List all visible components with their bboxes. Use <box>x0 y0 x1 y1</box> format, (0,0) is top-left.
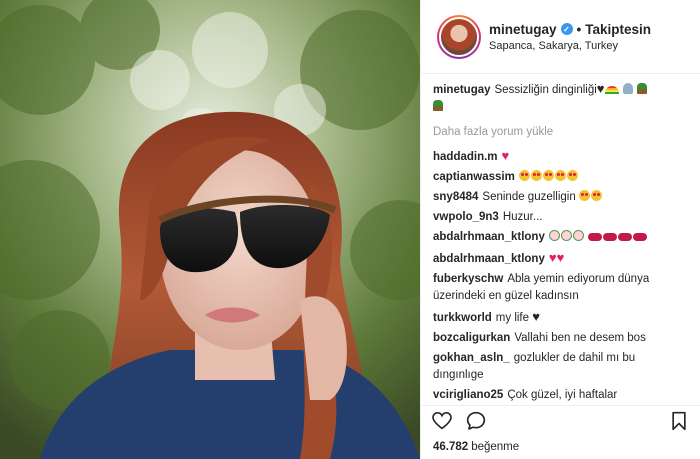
avatar-image <box>439 16 479 57</box>
post-photo[interactable] <box>0 0 420 459</box>
comment-username[interactable]: captianwassim <box>433 171 515 183</box>
likes-number: 46.782 <box>433 441 469 453</box>
location-link[interactable]: Sapanca, Sakarya, Turkey <box>489 40 651 52</box>
heart-eyes-icon <box>542 170 554 181</box>
lips-icon <box>633 233 648 241</box>
rose-icon <box>572 230 584 241</box>
header-line: minetugay ✓ • Takiptesin <box>489 22 651 37</box>
comment-username[interactable]: haddadin.m <box>433 151 498 163</box>
heart-outline-icon[interactable] <box>431 410 453 432</box>
comment-username[interactable]: vwpolo_9n3 <box>433 211 499 223</box>
separator-dot: • <box>576 21 582 37</box>
comment-text: Çok güzel, iyi haftalar <box>507 389 618 401</box>
heart-eyes-icon <box>518 170 530 181</box>
comment-item: abdalrhmaan_ktlony ♥♥ <box>433 249 688 268</box>
header-text: minetugay ✓ • Takiptesin Sapanca, Sakary… <box>489 22 651 52</box>
comment-username[interactable]: abdalrhmaan_ktlony <box>433 231 545 243</box>
comment-list: minetugay Sessizliğin dinginliği♥ Daha fa… <box>421 74 700 405</box>
comment-item: bozcaligurkan Vallahi ben ne desem bos <box>433 330 688 347</box>
comment-item: haddadin.m ♥ <box>433 147 688 166</box>
portrait-photo <box>0 0 420 459</box>
lips-icon <box>588 233 603 241</box>
username[interactable]: minetugay <box>489 22 557 37</box>
comment-item: gokhan_asln_ gozlukler de dahil mı bu dın… <box>433 350 688 384</box>
comment-item: fuberkyschw Abla yemin ediyorum dünya üze… <box>433 271 688 305</box>
comment-username[interactable]: vcirigliano25 <box>433 389 503 401</box>
comment-item: vwpolo_9n3 Huzur... <box>433 209 688 226</box>
comment-text: Huzur... <box>502 211 543 223</box>
comment-item: turkkworld my life ♥ <box>433 308 688 327</box>
black-heart-icon: ♥ <box>596 81 605 96</box>
heart-eyes-icon <box>578 190 590 201</box>
rose-icon <box>560 230 572 241</box>
caption: minetugay Sessizliğin dinginliği♥ <box>433 80 688 116</box>
comment-item: sny8484 Seninde guzelligin <box>433 189 688 206</box>
comment-username[interactable]: gokhan_asln_ <box>433 352 510 364</box>
comment-item: vcirigliano25 Çok güzel, iyi haftalar <box>433 387 688 404</box>
comment-username[interactable]: fuberkyschw <box>433 273 503 285</box>
black-heart-icon: ♥ <box>532 309 540 324</box>
red-heart-icon: ♥ <box>548 250 557 265</box>
lips-icon <box>618 233 633 241</box>
praying-hands-icon <box>622 83 633 94</box>
comment-text: Seninde guzelligin <box>482 191 576 203</box>
action-bar <box>421 405 700 435</box>
heart-eyes-icon <box>590 190 602 201</box>
caption-text: Sessizliğin dinginliği <box>494 84 597 96</box>
lips-icon <box>603 233 618 241</box>
rainbow-icon <box>604 86 619 94</box>
heart-eyes-icon <box>554 170 566 181</box>
comment-username[interactable]: turkkworld <box>433 312 492 324</box>
verified-badge-icon: ✓ <box>560 23 573 35</box>
red-heart-icon: ♥ <box>501 148 510 163</box>
comment-text: Vallahi ben ne desem bos <box>514 332 646 344</box>
instagram-post: minetugay ✓ • Takiptesin Sapanca, Sakary… <box>0 0 700 459</box>
bookmark-icon[interactable] <box>668 410 690 432</box>
comment-icon[interactable] <box>465 410 487 432</box>
comment-username[interactable]: sny8484 <box>433 191 478 203</box>
likes-label: beğenme <box>471 441 520 453</box>
heart-eyes-icon <box>566 170 578 181</box>
comment-username[interactable]: bozcaligurkan <box>433 332 510 344</box>
follow-status-button[interactable]: Takiptesin <box>585 22 651 37</box>
heart-eyes-icon <box>530 170 542 181</box>
comment-item: abdalrhmaan_ktlony <box>433 229 688 246</box>
avatar[interactable] <box>437 14 481 59</box>
caption-username[interactable]: minetugay <box>433 84 491 96</box>
red-heart-icon: ♥ <box>556 250 565 265</box>
bouquet-icon <box>433 100 443 111</box>
load-more-comments-link[interactable]: Daha fazla yorum yükle <box>433 126 688 138</box>
post-sidebar: minetugay ✓ • Takiptesin Sapanca, Sakary… <box>420 0 700 459</box>
post-header: minetugay ✓ • Takiptesin Sapanca, Sakary… <box>421 0 700 74</box>
comment-item: captianwassim <box>433 169 688 186</box>
potted-plant-icon <box>636 83 647 94</box>
rose-icon <box>548 230 560 241</box>
likes-count[interactable]: 46.782 beğenme <box>421 435 700 459</box>
comment-text: my life <box>495 312 530 324</box>
comment-username[interactable]: abdalrhmaan_ktlony <box>433 253 545 265</box>
